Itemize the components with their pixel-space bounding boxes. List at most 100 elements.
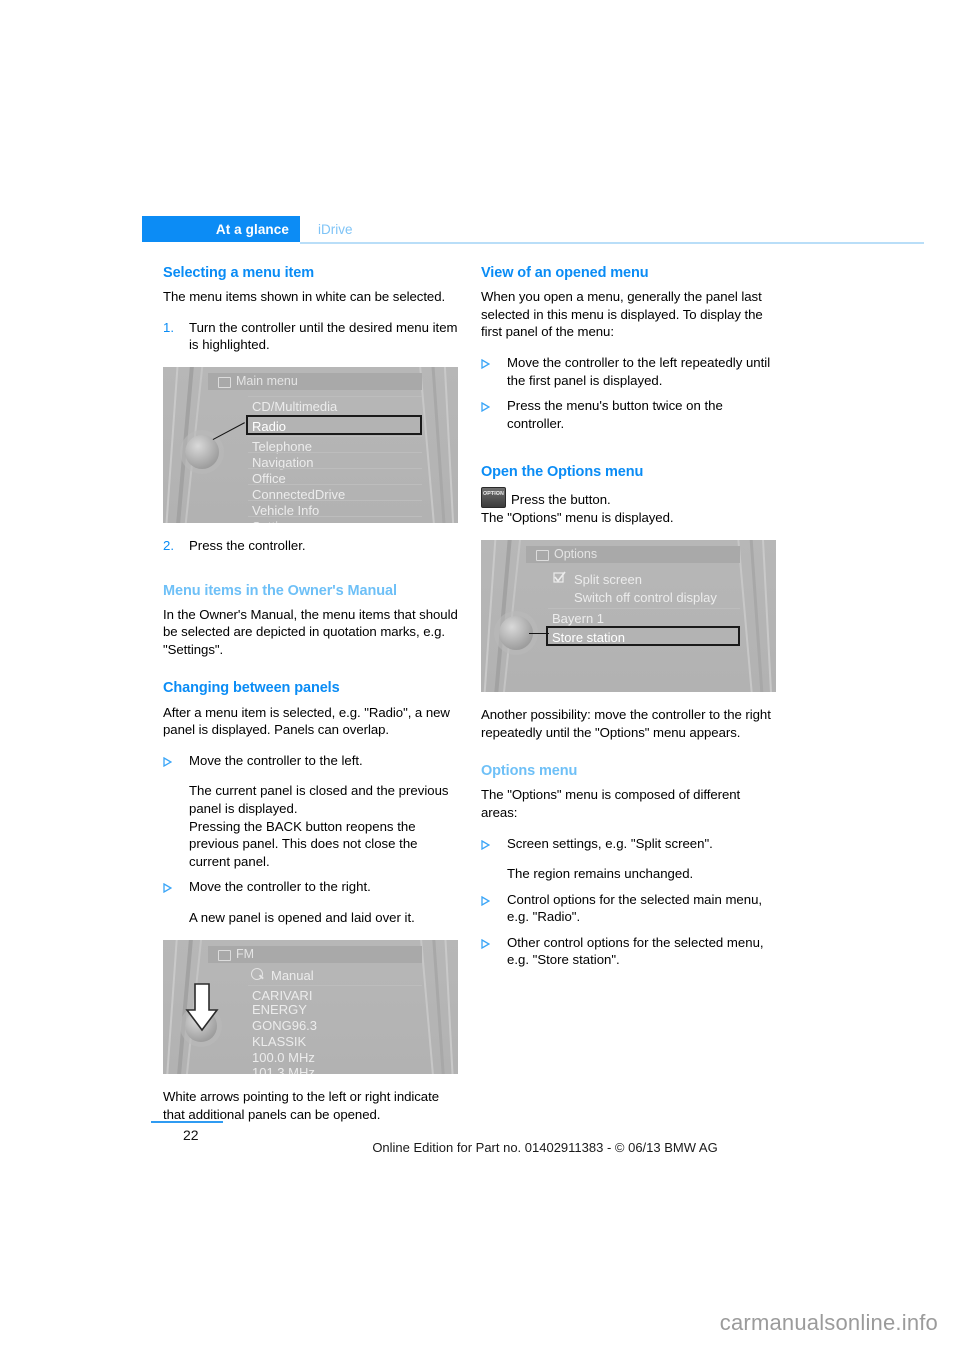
bullet-text: Move the controller to the left repeated…	[507, 354, 771, 388]
menu-row-selected[interactable]: Radio	[246, 414, 422, 435]
decor-curve	[431, 366, 446, 523]
list-item: 2. Press the controller.	[163, 537, 459, 555]
menu-row[interactable]: CD/Multimedia	[248, 395, 422, 416]
bullet-text: Control options for the selected main me…	[507, 891, 763, 925]
white-arrow-down-icon	[185, 983, 219, 1032]
bullet-text: Move the controller to the right.	[189, 879, 371, 895]
bullet-list-panels-2: Move the controller to the right.	[163, 878, 459, 896]
list-item: 1. Turn the controller until the desired…	[163, 319, 459, 354]
search-row[interactable]: Manual	[267, 966, 422, 986]
bullet-subtext-b: Pressing the BACK button reopens the pre…	[189, 818, 418, 869]
decor-curve	[166, 940, 178, 1075]
paragraph-panels-overlap: After a menu item is selected, e.g. "Rad…	[163, 704, 450, 738]
decor-curve	[165, 366, 179, 523]
option-button-icon[interactable]: OPTION	[481, 487, 506, 509]
bullet-list-panels: Move the controller to the left.	[163, 752, 459, 770]
decor-curve	[432, 940, 445, 1075]
bullet-list-options-areas: Screen settings, e.g. "Split screen".	[481, 835, 777, 853]
option-button-label: OPTION	[482, 491, 505, 498]
options-row-selected[interactable]: Store station	[546, 626, 740, 646]
list-item: Move the controller to the left repeated…	[481, 354, 777, 389]
heading-changing-between-panels: Changing between panels	[163, 680, 340, 697]
footer-copyright: Online Edition for Part no. 01402911383 …	[372, 1140, 718, 1155]
list-item: Move the controller to the right.	[163, 878, 459, 896]
press-the-button-text: Press the button.	[511, 492, 611, 508]
screenshot-main-menu: Main menu CD/Multimedia Radio Telephone …	[163, 366, 458, 523]
tab-at-a-glance[interactable]: At a glance	[142, 216, 300, 242]
triangle-bullet-icon	[481, 397, 507, 432]
callout-line	[529, 633, 549, 635]
options-row[interactable]: Split screen	[570, 570, 740, 590]
bullet-text: Other control options for the selected m…	[507, 934, 764, 968]
paragraph-menu-items-white: The menu items shown in white can be sel…	[163, 289, 446, 305]
triangle-bullet-icon	[481, 934, 507, 969]
list-item: Control options for the selected main me…	[481, 891, 777, 926]
decor-curve	[444, 940, 454, 1075]
list-item: Screen settings, e.g. "Split screen".	[481, 835, 777, 853]
ordered-steps-list: 1. Turn the controller until the desired…	[163, 319, 459, 354]
triangle-bullet-icon	[481, 354, 507, 389]
callout-line	[212, 422, 246, 441]
paragraph-open-a-menu: When you open a menu, generally the pane…	[481, 289, 763, 340]
checkbox-checked-icon[interactable]	[553, 571, 566, 584]
bullet-subtext-region: The region remains unchanged.	[507, 866, 694, 882]
option-button-line: OPTION Press the button.	[481, 487, 777, 509]
bullet-text: Screen settings, e.g. "Split screen".	[507, 835, 713, 851]
decor-curve	[483, 540, 497, 692]
list-item: Other control options for the selected m…	[481, 934, 777, 969]
tab-idrive[interactable]: iDrive	[318, 216, 353, 242]
heading-view-of-an-opened-menu: View of an opened menu	[481, 265, 649, 281]
triangle-bullet-icon	[163, 878, 189, 896]
paragraph-owners-manual: In the Owner's Manual, the menu items th…	[163, 606, 458, 657]
decor-curve	[494, 540, 512, 692]
page-header: At a glance iDrive	[142, 216, 924, 244]
header-divider	[300, 242, 924, 244]
screenshot-fm-radio: FM Manual CARIVARI ENERGY GONG96.3 KLASS…	[163, 940, 458, 1075]
decor-curve	[762, 540, 772, 692]
paragraph-white-arrows: White arrows pointing to the left or rig…	[163, 1089, 439, 1123]
bullet-list-options-areas-2: Control options for the selected main me…	[481, 891, 777, 969]
triangle-bullet-icon	[481, 835, 507, 853]
menu-row[interactable]: Settings	[248, 515, 422, 523]
list-item: Move the controller to the left.	[163, 752, 459, 770]
heading-selecting-a-menu-item: Selecting a menu item	[163, 265, 314, 281]
bullet-list-opened-menu: Move the controller to the left repeated…	[481, 354, 777, 432]
screenshot-options-menu: Options Split screen Switch off control …	[481, 540, 776, 692]
controller-knob-icon	[499, 616, 533, 650]
subheading-menu-items-owners-manual: Menu items in the Owner's Manual	[163, 582, 397, 599]
manual-page: At a glance iDrive Selecting a menu item…	[0, 0, 960, 1358]
bullet-subtext-c: A new panel is opened and laid over it.	[189, 909, 415, 925]
subheading-options-menu: Options menu	[481, 763, 578, 780]
step-text: Turn the controller until the desired me…	[189, 319, 458, 353]
options-icon	[536, 550, 549, 561]
bullet-text: Press the menu's button twice on the con…	[507, 398, 723, 431]
decor-curve	[749, 540, 764, 692]
ordered-steps-list-2: 2. Press the controller.	[163, 537, 459, 555]
paragraph-options-displayed: The "Options" menu is displayed.	[481, 510, 674, 526]
menu-title: FM	[236, 947, 255, 962]
paragraph-options-areas: The "Options" menu is composed of differ…	[481, 787, 741, 820]
radio-icon	[218, 950, 231, 962]
bullet-subtext-a: The current panel is closed and the prev…	[189, 783, 449, 816]
heading-open-the-options-menu: Open the Options menu	[481, 464, 644, 481]
page-number: 22	[183, 1127, 199, 1143]
step-number: 1.	[163, 319, 174, 335]
menu-title: Options	[554, 547, 598, 561]
options-group-label: Bayern 1	[548, 608, 740, 628]
left-column: Selecting a menu item The menu items sho…	[163, 264, 459, 1137]
step-text: Press the controller.	[189, 537, 306, 553]
step-number: 2.	[163, 537, 174, 553]
footer-divider	[151, 1121, 223, 1123]
decor-curve	[420, 940, 434, 1075]
station-row[interactable]: 101.3 MHz	[248, 1063, 422, 1074]
bullet-text: Move the controller to the left.	[189, 752, 363, 768]
triangle-bullet-icon	[481, 891, 507, 926]
decor-curve	[443, 366, 455, 523]
menu-title: Main menu	[236, 373, 298, 388]
menu-icon	[218, 376, 231, 388]
paragraph-another-possibility: Another possibility: move the controller…	[481, 707, 771, 740]
watermark: carmanualsonline.info	[719, 1310, 938, 1335]
options-row[interactable]: Switch off control display	[570, 588, 740, 608]
right-column: View of an opened menu When you open a m…	[481, 264, 777, 982]
list-item: Press the menu's button twice on the con…	[481, 397, 777, 432]
